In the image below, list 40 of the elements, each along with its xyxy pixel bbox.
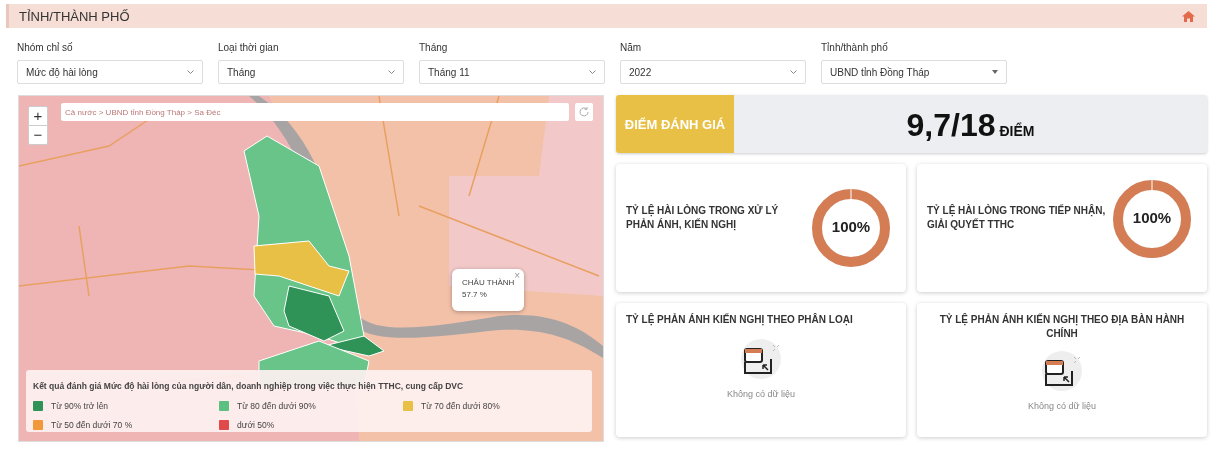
score-unit: ĐIỂM xyxy=(999,123,1035,139)
zoom-out-button[interactable]: − xyxy=(28,125,48,145)
page-title: TỈNH/THÀNH PHỐ xyxy=(19,8,130,24)
card-title: TỶ LỆ HÀI LÒNG TRONG TIẾP NHẬN, GIẢI QUYẾT TTHC xyxy=(927,204,1107,232)
no-data-message: Không có dữ liệu xyxy=(1027,401,1097,411)
legend-label: Từ 50 đến dưới 70 % xyxy=(51,420,133,430)
filter-select[interactable]: Tháng xyxy=(218,60,404,84)
card-title: TỶ LỆ PHẢN ÁNH KIẾN NGHỊ THEO ĐỊA BÀN HÀNH CHÍNH xyxy=(938,313,1186,341)
home-icon[interactable] xyxy=(1182,10,1195,22)
legend-label: Từ 70 đến dưới 80% xyxy=(421,401,500,411)
legend-label: dưới 50% xyxy=(237,420,275,430)
legend-title: Kết quả đánh giá Mức độ hài lòng của người dân, doanh nghiệp trong việc thực hiện TTHC, cung cấp DVC xyxy=(33,381,464,391)
filter-select[interactable]: Tháng 11 xyxy=(419,60,605,84)
filter-label: Tháng xyxy=(419,42,449,53)
score-label: ĐIỂM ĐÁNH GIÁ xyxy=(616,95,734,153)
breadcrumb: Cả nước > UBND tỉnh Đồng Tháp > Sa Đéc xyxy=(61,103,569,121)
score-value: 9,7/18 xyxy=(906,107,996,144)
filter-label: Loại thời gian xyxy=(218,42,280,53)
filter-select[interactable]: 2022 xyxy=(620,60,806,84)
zoom-in-button[interactable]: + xyxy=(28,106,48,126)
filter-select[interactable]: UBND tỉnh Đồng Tháp xyxy=(821,60,1007,84)
filter-label: Nhóm chỉ số xyxy=(17,42,74,53)
legend-label: Từ 80 đến dưới 90% xyxy=(237,401,316,411)
filter-select[interactable]: Mức độ hài lòng xyxy=(17,60,203,84)
filter-label: Tỉnh/thành phố xyxy=(821,42,889,53)
no-data-message: Không có dữ liệu xyxy=(726,389,796,399)
popup-title: CHÂU THÀNH xyxy=(462,278,516,287)
gauge-reading: 100% xyxy=(1131,209,1173,226)
chevron-icon xyxy=(187,70,194,74)
caret-icon xyxy=(992,70,998,74)
chevron-icon xyxy=(388,70,395,74)
filter-label: Năm xyxy=(620,42,643,53)
legend-label: Từ 90% trở lên xyxy=(51,401,109,411)
card-title: TỶ LỆ HÀI LÒNG TRONG XỬ LÝ PHẢN ÁNH, KIẾN NGHỊ xyxy=(626,204,780,232)
popup-value: 57.7 % xyxy=(462,290,488,299)
refresh-icon[interactable] xyxy=(575,103,593,121)
card-title: TỶ LỆ PHẢN ÁNH KIẾN NGHỊ THEO PHÂN LOẠI xyxy=(626,313,853,327)
chevron-icon xyxy=(790,70,797,74)
gauge-reading: 100% xyxy=(830,218,872,235)
chevron-icon xyxy=(589,70,596,74)
